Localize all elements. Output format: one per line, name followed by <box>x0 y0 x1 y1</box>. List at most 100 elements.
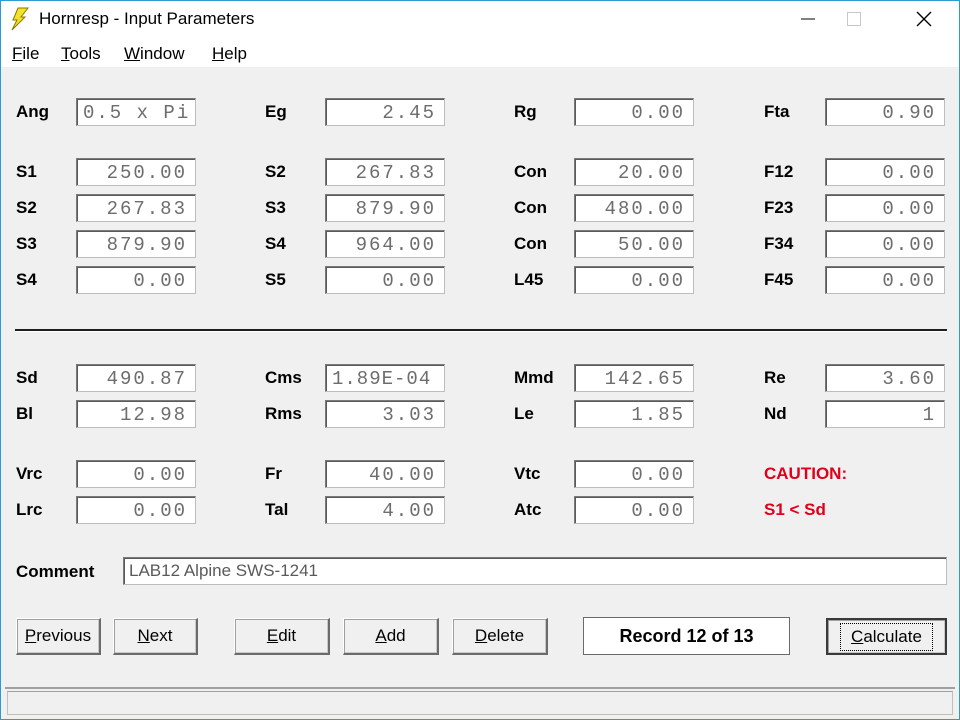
field-lrc[interactable]: 0.00 <box>76 496 196 524</box>
title-bar[interactable]: Hornresp - Input Parameters <box>1 1 959 37</box>
menu-file-accel: F <box>12 44 23 63</box>
next-label: ext <box>149 626 173 645</box>
menu-help[interactable]: Help <box>212 44 247 64</box>
status-bar <box>5 687 955 717</box>
field-nd[interactable]: 1 <box>825 400 945 428</box>
field-rms[interactable]: 3.03 <box>325 400 445 428</box>
calculate-button[interactable]: Calculate <box>826 618 947 655</box>
field-s5[interactable]: 0.00 <box>325 266 445 294</box>
field-f23[interactable]: 0.00 <box>825 194 945 222</box>
add-accel: A <box>375 626 387 645</box>
caution-title: CAUTION: <box>764 464 848 483</box>
field-fr[interactable]: 40.00 <box>325 460 445 488</box>
label-con-seg2: Con <box>514 198 548 217</box>
field-eg[interactable]: 2.45 <box>325 98 445 126</box>
field-fta[interactable]: 0.90 <box>825 98 945 126</box>
field-s3[interactable]: 879.90 <box>76 230 196 258</box>
field-s1[interactable]: 250.00 <box>76 158 196 186</box>
field-rg[interactable]: 0.00 <box>574 98 694 126</box>
field-f12[interactable]: 0.00 <box>825 158 945 186</box>
minimize-button[interactable] <box>785 1 831 37</box>
label-bl: Bl <box>16 404 33 423</box>
label-s4-seg3: S4 <box>265 234 286 253</box>
next-button[interactable]: Next <box>113 618 198 655</box>
calculate-label: alculate <box>863 626 922 646</box>
field-l45[interactable]: 0.00 <box>574 266 694 294</box>
comment-field[interactable]: LAB12 Alpine SWS-1241 <box>123 557 947 585</box>
field-tal[interactable]: 4.00 <box>325 496 445 524</box>
field-mmd[interactable]: 142.65 <box>574 364 694 392</box>
menu-window-label: indow <box>140 44 185 63</box>
field-f34[interactable]: 0.00 <box>825 230 945 258</box>
window-title: Hornresp - Input Parameters <box>39 9 255 28</box>
close-icon <box>916 11 932 27</box>
close-button[interactable] <box>901 1 947 37</box>
label-tal: Tal <box>265 500 289 519</box>
menu-tools-label: ools <box>69 44 101 63</box>
field-con-seg1[interactable]: 20.00 <box>574 158 694 186</box>
main-window: Hornresp - Input Parameters File Tools W… <box>0 0 960 720</box>
field-con-seg2[interactable]: 480.00 <box>574 194 694 222</box>
field-cms[interactable]: 1.89E-04 <box>325 364 445 392</box>
label-fta: Fta <box>764 102 790 121</box>
add-button[interactable]: Add <box>343 618 439 655</box>
edit-accel: E <box>266 626 279 645</box>
field-s2-seg1[interactable]: 267.83 <box>325 158 445 186</box>
maximize-icon <box>847 12 861 26</box>
field-vtc[interactable]: 0.00 <box>574 460 694 488</box>
label-f34: F34 <box>764 234 794 253</box>
label-fr: Fr <box>265 464 282 483</box>
edit-button[interactable]: Edit <box>234 618 330 655</box>
menu-tools[interactable]: Tools <box>61 44 101 64</box>
menu-window[interactable]: Window <box>124 44 184 64</box>
label-ang: Ang <box>16 102 50 121</box>
field-s4-seg3[interactable]: 964.00 <box>325 230 445 258</box>
label-s3: S3 <box>16 234 37 253</box>
label-f23: F23 <box>764 198 794 217</box>
caution-message: S1 < Sd <box>764 500 826 519</box>
label-s5: S5 <box>265 270 286 289</box>
field-s3-seg2[interactable]: 879.90 <box>325 194 445 222</box>
menu-tools-accel: T <box>61 44 70 63</box>
label-nd: Nd <box>764 404 787 423</box>
field-s2[interactable]: 267.83 <box>76 194 196 222</box>
label-s2: S2 <box>16 198 37 217</box>
field-con-seg3[interactable]: 50.00 <box>574 230 694 258</box>
label-s2-seg1: S2 <box>265 162 286 181</box>
menu-bar: File Tools Window Help <box>1 37 959 67</box>
field-f45[interactable]: 0.00 <box>825 266 945 294</box>
field-s4[interactable]: 0.00 <box>76 266 196 294</box>
label-re: Re <box>764 368 786 387</box>
maximize-button[interactable] <box>831 1 877 37</box>
field-atc[interactable]: 0.00 <box>574 496 694 524</box>
next-accel: N <box>137 626 150 645</box>
field-bl[interactable]: 12.98 <box>76 400 196 428</box>
label-con-seg1: Con <box>514 162 548 181</box>
label-f12: F12 <box>764 162 794 181</box>
menu-window-accel: W <box>124 44 141 63</box>
minimize-icon <box>801 18 815 20</box>
label-s1: S1 <box>16 162 37 181</box>
field-sd[interactable]: 490.87 <box>76 364 196 392</box>
menu-help-label: elp <box>224 44 247 63</box>
field-le[interactable]: 1.85 <box>574 400 694 428</box>
field-re[interactable]: 3.60 <box>825 364 945 392</box>
delete-accel: D <box>474 626 488 645</box>
add-label: dd <box>386 626 406 645</box>
previous-button[interactable]: Previous <box>16 618 101 655</box>
field-ang[interactable]: 0.5 x Pi <box>76 98 196 126</box>
label-rg: Rg <box>514 102 537 121</box>
label-rms: Rms <box>265 404 302 423</box>
label-vtc: Vtc <box>514 464 541 483</box>
label-mmd: Mmd <box>514 368 554 387</box>
menu-file[interactable]: File <box>12 44 39 64</box>
field-vrc[interactable]: 0.00 <box>76 460 196 488</box>
delete-button[interactable]: Delete <box>452 618 548 655</box>
delete-label: elete <box>487 626 525 645</box>
calculate-accel: C <box>851 626 864 646</box>
section-divider <box>15 329 947 332</box>
status-panel <box>7 691 953 715</box>
label-s4: S4 <box>16 270 37 289</box>
label-f45: F45 <box>764 270 794 289</box>
calculate-focus-ring: Calculate <box>840 622 933 651</box>
